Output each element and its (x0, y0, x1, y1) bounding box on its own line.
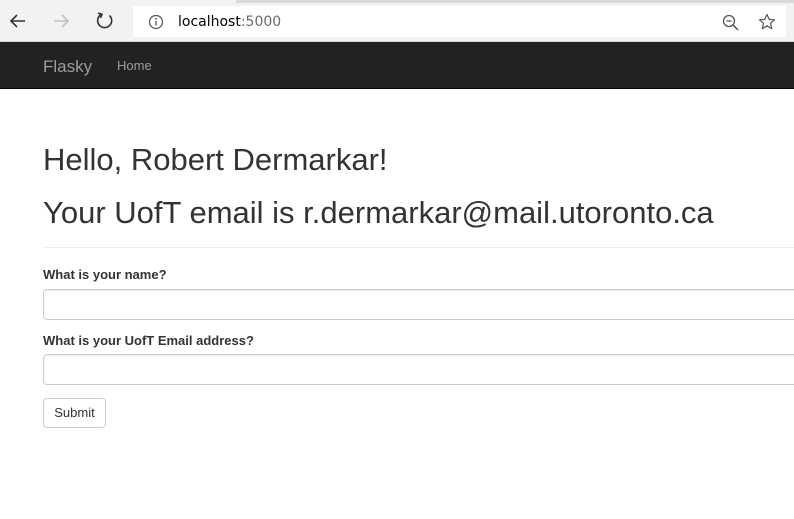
url-text[interactable]: localhost:5000 (178, 14, 281, 30)
star-icon[interactable] (758, 13, 776, 31)
zoom-out-icon[interactable] (722, 14, 740, 32)
forward-button[interactable] (49, 9, 73, 33)
nav-link-home[interactable]: Home (117, 58, 152, 74)
url-port: :5000 (240, 14, 282, 30)
back-arrow-icon (9, 14, 25, 28)
url-host: localhost (178, 14, 241, 30)
name-input[interactable] (43, 289, 794, 320)
address-bar[interactable]: localhost:5000 (133, 6, 786, 37)
email-heading: Your UofT email is r.dermarkar@mail.utor… (43, 195, 714, 230)
submit-button[interactable]: Submit (43, 398, 106, 428)
brand-link[interactable]: Flasky (43, 57, 92, 77)
email-label: What is your UofT Email address? (43, 333, 254, 348)
back-button[interactable] (6, 9, 30, 33)
app-navbar: Flasky Home (0, 42, 794, 89)
name-label: What is your name? (43, 267, 167, 282)
greeting-heading: Hello, Robert Dermarkar! (43, 142, 388, 177)
divider (43, 247, 794, 248)
email-input[interactable] (43, 354, 794, 385)
info-icon[interactable] (148, 14, 164, 30)
forward-arrow-icon (54, 14, 70, 28)
refresh-button[interactable] (93, 9, 117, 33)
refresh-icon (96, 12, 113, 29)
browser-toolbar: localhost:5000 (0, 0, 794, 42)
tab-strip-edge (236, 0, 794, 3)
